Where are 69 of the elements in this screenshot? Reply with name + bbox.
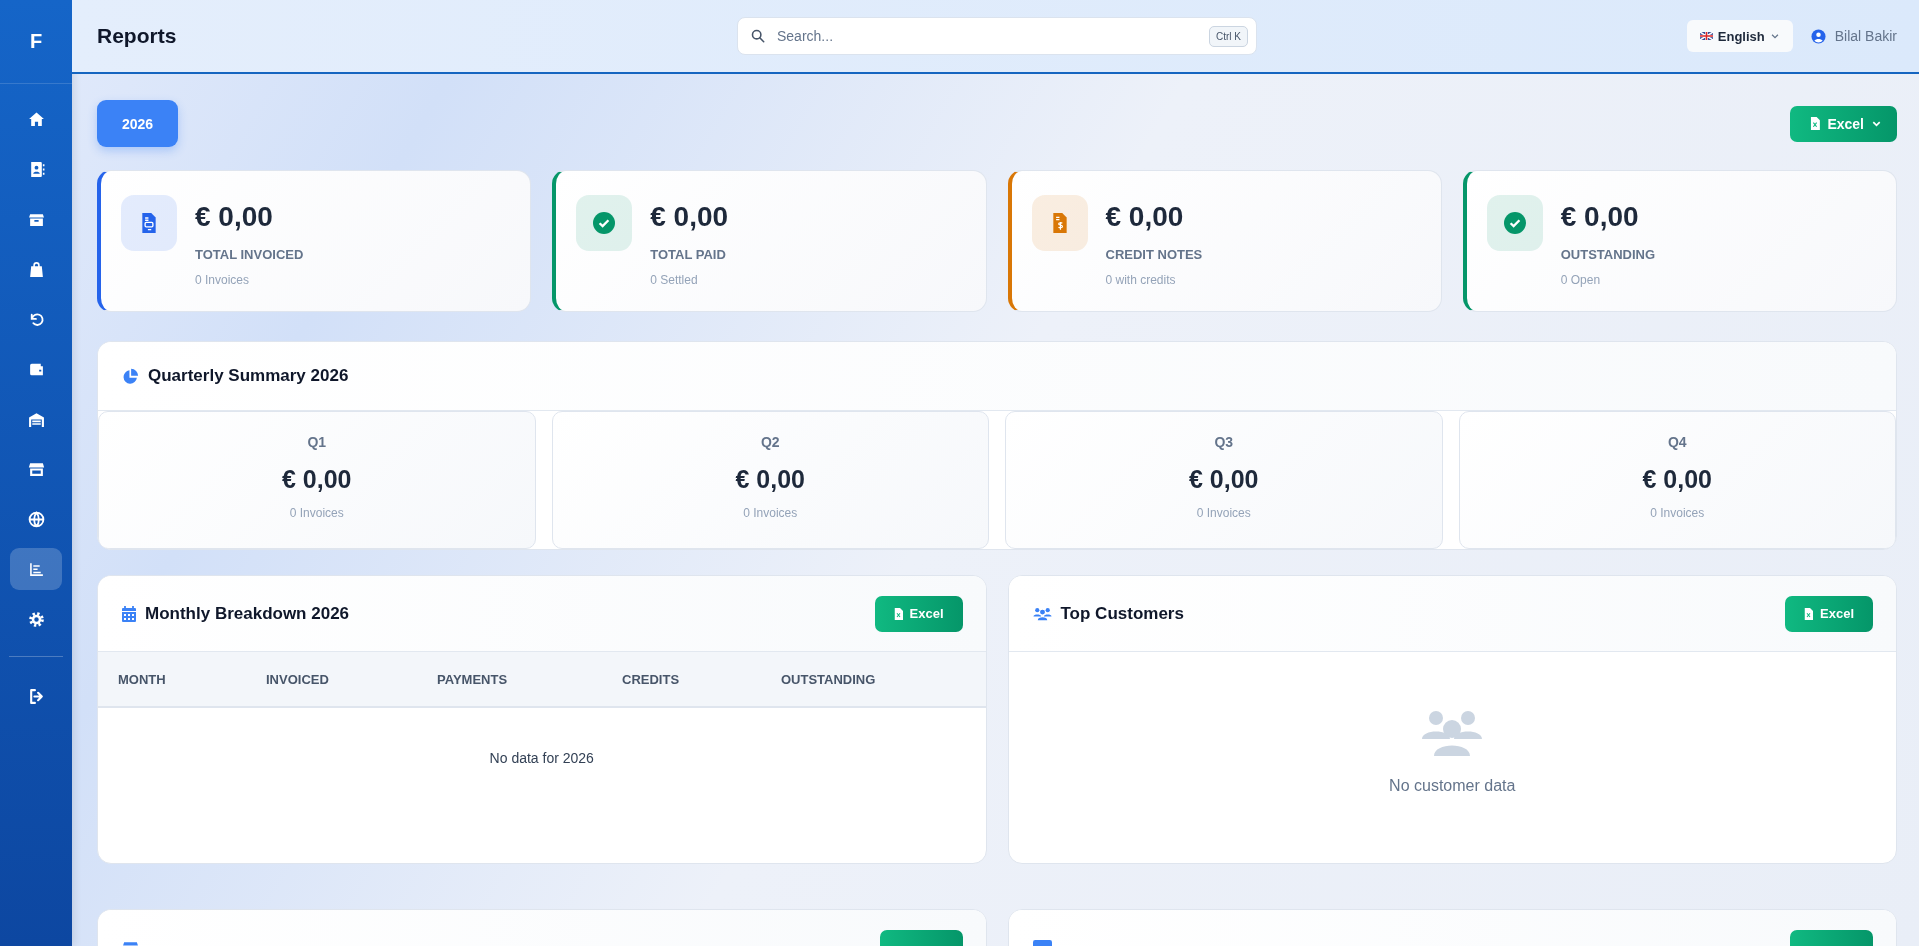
stat-subtext: 0 Open: [1560, 273, 1602, 287]
quarter-subtext: 0 Invoices: [1196, 506, 1251, 520]
search-field[interactable]: Search... Ctrl K: [737, 17, 1257, 55]
quarter-amount: € 0,00: [1642, 465, 1712, 494]
stat-amount: € 0,00: [195, 201, 274, 233]
logout-icon: [27, 687, 45, 705]
quarter-amount: € 0,00: [1189, 465, 1259, 494]
search-icon: [751, 29, 765, 43]
bar-chart-icon: [27, 560, 45, 578]
card-title: Top Customers: [1060, 603, 1184, 624]
settings-icon: [27, 610, 45, 628]
stat-amount: € 0,00: [650, 201, 729, 233]
globe-icon: [27, 510, 45, 528]
home-icon: [27, 110, 45, 128]
check-circle-icon: [1503, 212, 1526, 234]
stat-subtext: 0 with credits: [1105, 273, 1177, 287]
users-icon: [1032, 606, 1052, 621]
empty-message: No data for 2026: [489, 750, 594, 766]
quarter-label: Q3: [1214, 434, 1234, 450]
quarter-label: Q1: [307, 434, 327, 450]
calendar-icon: [122, 605, 136, 622]
quarter-label: Q4: [1667, 434, 1687, 450]
year-button[interactable]: 2026: [97, 100, 178, 147]
shopping-bag-icon: [27, 260, 45, 278]
column-header: PAYMENTS: [437, 671, 509, 687]
quarter-subtext: 0 Invoices: [743, 506, 798, 520]
search-input[interactable]: Search...: [775, 27, 1199, 45]
stat-label: TOTAL INVOICED: [195, 247, 304, 262]
empty-message: No customer data: [1389, 777, 1516, 795]
stat-subtext: 0 Settled: [650, 273, 699, 287]
excel-export-button[interactable]: Excel: [1785, 595, 1873, 632]
sidebar-item[interactable]: [10, 548, 62, 590]
flag-icon: [1699, 32, 1713, 40]
quarter-subtext: 0 Invoices: [289, 506, 344, 520]
dollar-document-icon: [1051, 213, 1068, 233]
quarter-label: Q2: [760, 434, 780, 450]
excel-file-icon: [893, 607, 903, 620]
check-circle-icon: [593, 212, 616, 234]
store-icon: [27, 460, 45, 478]
quarter-subtext: 0 Invoices: [1650, 506, 1705, 520]
user-menu[interactable]: Bilal Bakir: [1810, 28, 1897, 44]
excel-file-icon: [1804, 607, 1813, 620]
page-title: Reports: [97, 24, 178, 48]
pie-chart-icon: [122, 367, 139, 385]
stat-label: OUTSTANDING: [1560, 247, 1656, 262]
excel-file-icon: [1810, 117, 1821, 130]
shortcut-hint: Ctrl K: [1209, 25, 1248, 47]
stat-subtext: 0 Invoices: [195, 273, 251, 287]
column-header: MONTH: [118, 671, 167, 687]
user-avatar-icon: [1810, 28, 1826, 44]
stat-amount: € 0,00: [1105, 201, 1185, 233]
stat-label: TOTAL PAID: [650, 247, 727, 262]
language-selector[interactable]: English: [1686, 20, 1793, 52]
app-logo[interactable]: F: [29, 30, 43, 53]
column-header: OUTSTANDING: [781, 671, 877, 687]
stat-label: CREDIT NOTES: [1105, 247, 1203, 262]
quarter-amount: € 0,00: [282, 465, 352, 494]
document-icon: [141, 213, 157, 233]
card-title: Monthly Breakdown 2026: [145, 603, 350, 624]
card-title: Quarterly Summary 2026: [148, 366, 349, 386]
warehouse-icon: [27, 410, 45, 428]
column-header: INVOICED: [266, 671, 330, 687]
quarter-amount: € 0,00: [735, 465, 805, 494]
excel-export-button[interactable]: Excel: [874, 595, 963, 632]
column-header: CREDITS: [622, 671, 681, 687]
chevron-down-icon: [1769, 31, 1780, 41]
users-icon: [1421, 709, 1484, 757]
stat-amount: € 0,00: [1560, 201, 1640, 233]
excel-export-button[interactable]: Excel: [1790, 105, 1897, 142]
